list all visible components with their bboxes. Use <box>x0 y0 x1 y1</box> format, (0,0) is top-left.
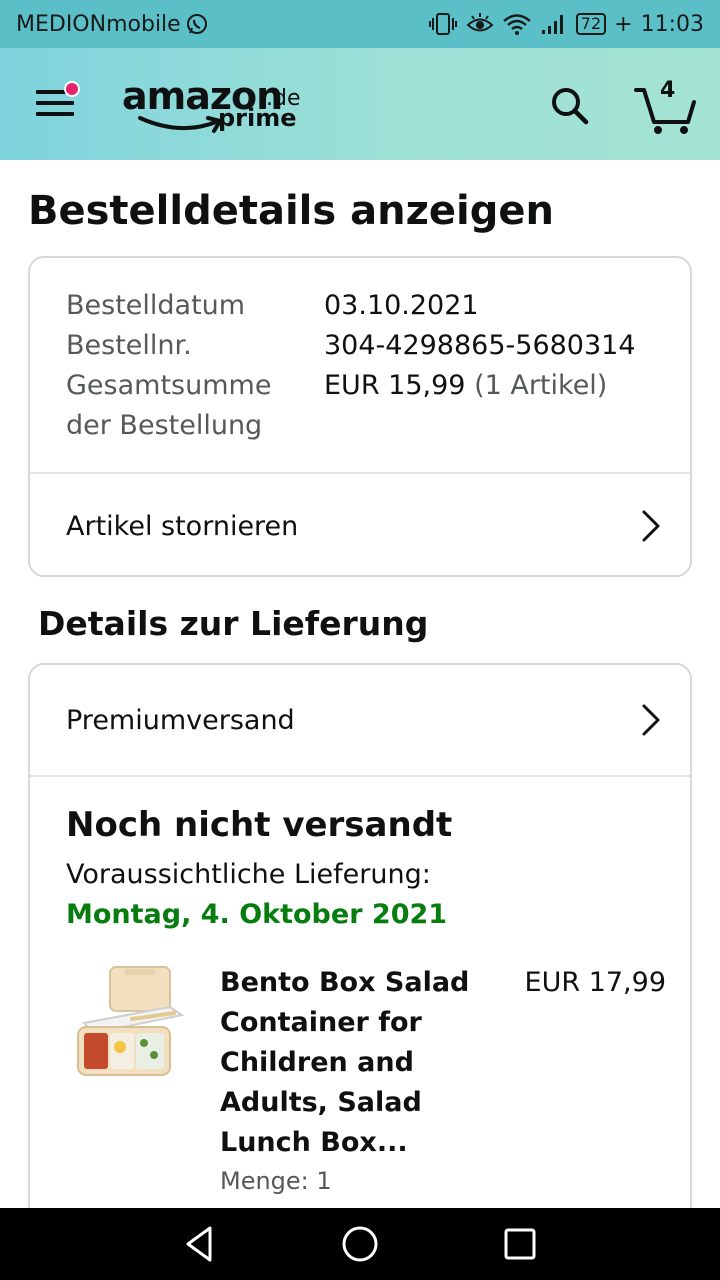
smile-arrow-icon <box>138 116 222 133</box>
delivery-card: Premiumversand Noch nicht versandt Vorau… <box>28 663 692 1280</box>
expected-delivery-label: Voraussichtliche Lieferung: <box>66 859 431 890</box>
shipment-status: Noch nicht versandt <box>66 805 453 845</box>
app-header: amazon .de prime 4 <box>0 48 720 160</box>
charging-icon: + <box>614 11 633 37</box>
order-total-label: Gesamtsumme der Bestellung <box>66 366 324 446</box>
shipping-method-label: Premiumversand <box>66 704 295 736</box>
divider <box>30 775 690 777</box>
system-nav-bar <box>0 1208 720 1280</box>
order-number-value: 304-4298865-5680314 <box>324 330 636 361</box>
product-quantity: Menge: 1 <box>220 1167 332 1195</box>
order-number-label: Bestellnr. <box>66 330 192 361</box>
order-date-value: 03.10.2021 <box>324 290 479 321</box>
order-total-value: EUR 15,99 (1 Artikel) <box>324 366 607 446</box>
amazon-prime-logo[interactable]: amazon .de prime <box>122 74 312 144</box>
eye-comfort-icon <box>466 12 494 36</box>
carrier-name: MEDIONmobile <box>16 11 181 37</box>
signal-icon <box>540 12 568 36</box>
battery-level: 72 <box>580 14 602 33</box>
order-item-count: (1 Artikel) <box>474 370 608 401</box>
cart-count-badge: 4 <box>660 78 676 103</box>
battery-icon: 72 <box>575 13 607 35</box>
cancel-items-label: Artikel stornieren <box>66 510 299 542</box>
order-info: Bestelldatum 03.10.2021 Bestellnr. 304-4… <box>66 286 666 446</box>
notification-dot <box>64 81 80 97</box>
product-title-link[interactable]: Bento Box Salad Container for Children a… <box>220 963 520 1163</box>
back-triangle-icon[interactable] <box>178 1222 222 1266</box>
page-title: Bestelldetails anzeigen <box>28 188 554 234</box>
recents-square-icon[interactable] <box>498 1222 542 1266</box>
order-date-label: Bestelldatum <box>66 290 246 321</box>
order-total-amount: EUR 15,99 <box>324 370 466 401</box>
search-icon[interactable] <box>548 84 592 128</box>
chevron-right-icon <box>642 510 660 542</box>
wifi-icon <box>502 12 532 36</box>
order-total-label-line2: der Bestellung <box>66 410 263 441</box>
home-circle-icon[interactable] <box>338 1222 382 1266</box>
expected-delivery-date: Montag, 4. Oktober 2021 <box>66 899 448 930</box>
order-summary-card: Bestelldatum 03.10.2021 Bestellnr. 304-4… <box>28 256 692 577</box>
order-total-label-line1: Gesamtsumme <box>66 370 272 401</box>
shipping-method-row[interactable]: Premiumversand <box>30 665 690 775</box>
clock: 11:03 <box>640 11 704 37</box>
whatsapp-icon <box>185 12 209 36</box>
cart-button[interactable]: 4 <box>632 76 698 136</box>
vibrate-icon <box>428 12 458 36</box>
product-price: EUR 17,99 <box>524 967 666 998</box>
logo-prime: prime <box>218 104 297 132</box>
chevron-right-icon <box>642 704 660 736</box>
status-bar: MEDIONmobile 72 + 11:03 <box>0 0 720 48</box>
bento-box-icon[interactable] <box>74 963 190 1081</box>
cancel-items-row[interactable]: Artikel stornieren <box>30 474 690 575</box>
delivery-section-title: Details zur Lieferung <box>38 604 429 643</box>
